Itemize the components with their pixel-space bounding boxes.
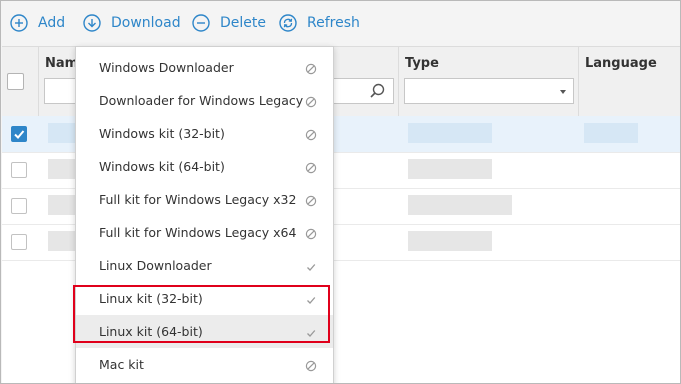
- check-icon: [307, 297, 316, 304]
- row-checkbox[interactable]: [11, 234, 27, 250]
- menu-item-windows-kit-64[interactable]: Windows kit (64-bit): [76, 150, 333, 183]
- name-cell: [48, 159, 76, 179]
- search-icon[interactable]: [369, 83, 385, 99]
- name-cell: [48, 231, 76, 251]
- row-checkbox[interactable]: [11, 198, 27, 214]
- menu-item-full-kit-windows-legacy-x64[interactable]: Full kit for Windows Legacy x64: [76, 216, 333, 249]
- row-checkbox[interactable]: [11, 162, 27, 178]
- language-cell: [584, 123, 638, 143]
- delete-label: Delete: [220, 15, 266, 31]
- download-button[interactable]: Download: [83, 11, 181, 35]
- refresh-button[interactable]: Refresh: [279, 11, 360, 35]
- menu-item-windows-downloader[interactable]: Windows Downloader: [76, 51, 333, 84]
- menu-item-label: Mac kit: [99, 357, 144, 372]
- toolbar: Add Download Delete Refresh: [1, 1, 680, 45]
- name-cell: [48, 123, 76, 143]
- menu-item-full-kit-windows-legacy-x32[interactable]: Full kit for Windows Legacy x32: [76, 183, 333, 216]
- disabled-icon: [305, 228, 317, 240]
- column-divider: [398, 47, 399, 116]
- disabled-icon: [305, 195, 317, 207]
- add-icon: [10, 14, 28, 32]
- menu-item-label: Linux kit (64-bit): [99, 324, 203, 339]
- disabled-icon: [305, 129, 317, 141]
- download-label: Download: [111, 15, 181, 31]
- column-divider: [578, 47, 579, 116]
- name-cell: [48, 195, 76, 215]
- type-cell: [408, 195, 512, 215]
- menu-item-linux-kit-32[interactable]: Linux kit (32-bit): [76, 282, 333, 315]
- app-window: Add Download Delete Refresh Name Type La…: [0, 0, 681, 384]
- menu-item-linux-downloader[interactable]: Linux Downloader: [76, 249, 333, 282]
- column-type-header[interactable]: Type: [405, 56, 439, 71]
- type-cell: [408, 231, 492, 251]
- menu-item-label: Windows Downloader: [99, 60, 234, 75]
- menu-item-label: Full kit for Windows Legacy x64: [99, 225, 297, 240]
- menu-item-label: Full kit for Windows Legacy x32: [99, 192, 297, 207]
- menu-item-windows-kit-32[interactable]: Windows kit (32-bit): [76, 117, 333, 150]
- checkmark-icon: [14, 130, 25, 139]
- column-language-header[interactable]: Language: [585, 56, 657, 71]
- row-checkbox[interactable]: [11, 126, 27, 142]
- menu-item-label: Linux kit (32-bit): [99, 291, 203, 306]
- column-divider: [38, 47, 39, 116]
- check-icon: [307, 264, 316, 271]
- menu-item-mac-kit[interactable]: Mac kit: [76, 348, 333, 381]
- type-cell: [408, 159, 492, 179]
- menu-item-label: Linux Downloader: [99, 258, 212, 273]
- refresh-label: Refresh: [307, 15, 360, 31]
- disabled-icon: [305, 162, 317, 174]
- delete-button[interactable]: Delete: [192, 11, 266, 35]
- menu-item-linux-kit-64[interactable]: Linux kit (64-bit): [76, 315, 333, 348]
- disabled-icon: [305, 96, 317, 108]
- check-icon: [307, 330, 316, 337]
- remove-icon: [192, 14, 210, 32]
- select-all-checkbox[interactable]: [7, 73, 24, 90]
- download-menu: Windows Downloader Downloader for Window…: [75, 46, 334, 383]
- add-label: Add: [38, 15, 66, 31]
- download-icon: [83, 14, 101, 32]
- add-button[interactable]: Add: [10, 11, 65, 35]
- disabled-icon: [305, 360, 317, 372]
- disabled-icon: [305, 63, 317, 75]
- menu-item-label: Windows kit (64-bit): [99, 159, 225, 174]
- type-filter-select[interactable]: [404, 78, 574, 104]
- menu-item-label: Windows kit (32-bit): [99, 126, 225, 141]
- refresh-icon: [279, 14, 297, 32]
- caret-down-icon: [560, 90, 566, 94]
- menu-item-label: Downloader for Windows Legacy: [99, 93, 304, 108]
- menu-item-downloader-windows-legacy[interactable]: Downloader for Windows Legacy: [76, 84, 333, 117]
- type-cell: [408, 123, 492, 143]
